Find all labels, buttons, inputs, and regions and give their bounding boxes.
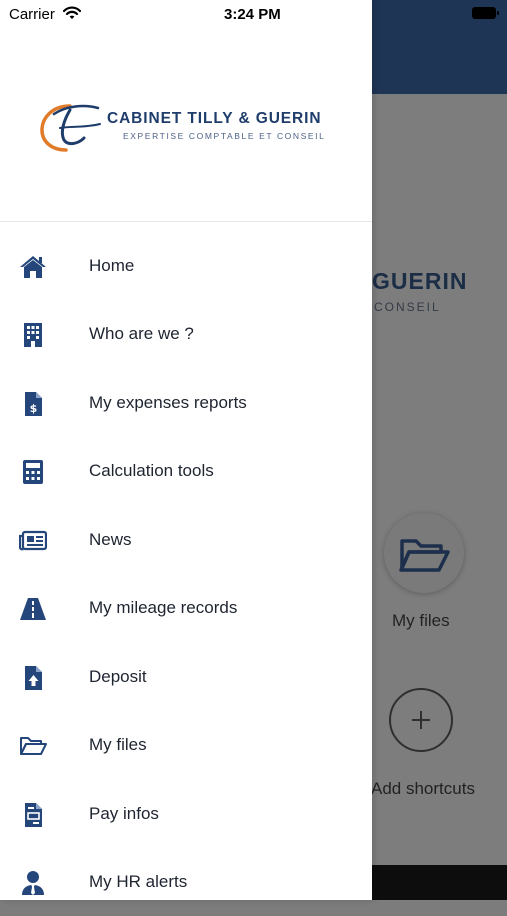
menu-item-label: Pay infos — [89, 804, 159, 823]
road-icon — [20, 598, 46, 620]
menu-item-hr-alerts[interactable]: My HR alerts — [0, 848, 372, 916]
home-icon — [20, 256, 46, 278]
menu-item-label: My files — [89, 735, 147, 754]
menu-item-label: My expenses reports — [89, 393, 247, 412]
battery-icon — [472, 7, 499, 19]
menu-item-label: My HR alerts — [89, 872, 188, 891]
logo-mark-icon — [40, 104, 101, 152]
status-time: 3:24 PM — [224, 6, 281, 23]
svg-text:$: $ — [30, 402, 38, 415]
brand-tagline: EXPERTISE COMPTABLE ET CONSEIL — [123, 131, 326, 141]
brand-name: CABINET TILLY & GUERIN — [107, 110, 322, 127]
menu-item-home[interactable]: Home — [0, 232, 372, 300]
expense-file-icon: $ — [25, 392, 42, 416]
menu-item-deposit[interactable]: Deposit — [0, 643, 372, 711]
user-tie-icon — [22, 871, 44, 895]
menu-item-label: Deposit — [89, 667, 147, 686]
shortcut-my-files-button[interactable] — [384, 513, 464, 593]
newspaper-icon — [19, 530, 47, 551]
background-logo-fragment: GUERIN — [372, 268, 468, 294]
upload-file-icon — [25, 666, 42, 690]
menu-item-my-files[interactable]: My files — [0, 711, 372, 779]
menu-item-label: Home — [89, 256, 135, 275]
plus-icon — [412, 711, 430, 729]
building-icon — [24, 323, 42, 347]
menu-item-calculation-tools[interactable]: Calculation tools — [0, 437, 372, 505]
menu-item-pay-infos[interactable]: Pay infos — [0, 780, 372, 848]
menu-item-news[interactable]: News — [0, 506, 372, 574]
menu-item-label: Who are we ? — [89, 324, 194, 343]
payslip-icon — [25, 803, 42, 827]
menu-item-who-are-we[interactable]: Who are we ? — [0, 300, 372, 368]
shortcut-my-files-label: My files — [392, 611, 450, 630]
menu-item-label: News — [89, 530, 132, 549]
add-shortcut-label: Add shortcuts — [371, 779, 475, 798]
menu-item-label: My mileage records — [89, 598, 238, 617]
calculator-icon — [23, 460, 43, 484]
menu-item-expenses-reports[interactable]: $ My expenses reports — [0, 369, 372, 437]
folder-open-icon — [399, 539, 450, 572]
folder-open-icon — [20, 737, 47, 755]
background-tagline-fragment: CONSEIL — [374, 300, 441, 314]
wifi-icon — [63, 6, 81, 19]
menu-item-mileage-records[interactable]: My mileage records — [0, 574, 372, 642]
navigation-drawer: Carrier 3:24 PM CABINET TILLY & GUERIN E… — [0, 0, 372, 900]
header-divider — [0, 221, 372, 222]
brand-logo: CABINET TILLY & GUERIN EXPERTISE COMPTAB… — [40, 100, 340, 156]
menu-item-label: Calculation tools — [89, 461, 214, 480]
carrier-label: Carrier — [9, 6, 55, 23]
add-shortcut-button[interactable] — [389, 688, 453, 752]
status-bar: Carrier 3:24 PM — [0, 0, 372, 28]
